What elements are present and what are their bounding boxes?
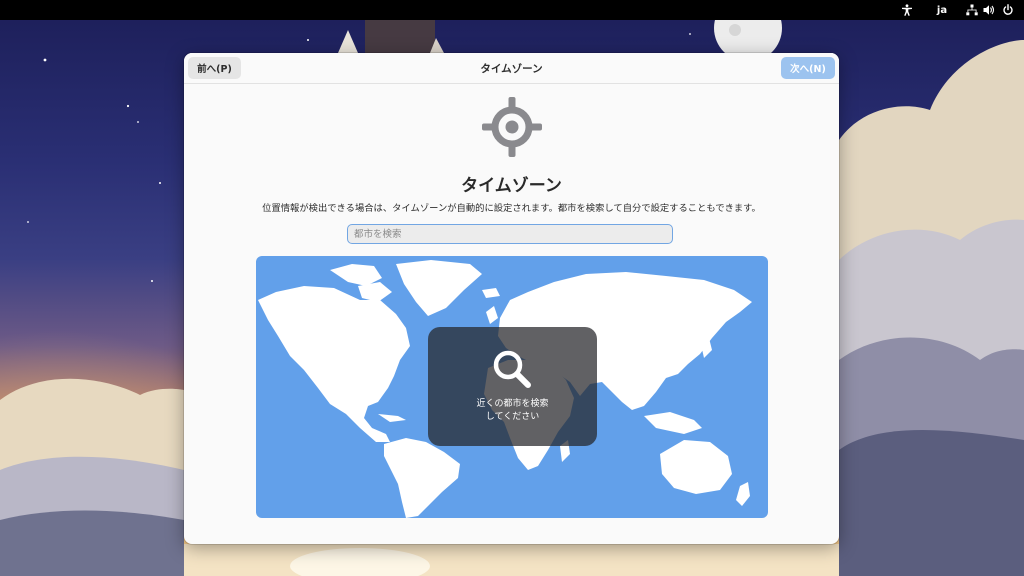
network-icon[interactable] — [964, 0, 980, 20]
volume-icon[interactable] — [981, 0, 997, 20]
overlay-line-2: してください — [485, 412, 540, 422]
keyboard-language-indicator[interactable]: ja — [934, 0, 950, 20]
header-bar: 前へ(P) タイムゾーン 次へ(N) — [184, 53, 839, 84]
overlay-line-1: 近くの都市を検索 — [476, 399, 549, 409]
page-title: タイムゾーン — [461, 176, 562, 196]
overlay-message: 近くの都市を検索 してください — [428, 398, 597, 424]
timezone-dialog: 前へ(P) タイムゾーン 次へ(N) タイムゾーン 位置情報が検出できる場合は、… — [184, 53, 839, 544]
city-search-input[interactable] — [347, 224, 673, 244]
location-crosshair-icon — [480, 95, 544, 159]
window-title: タイムゾーン — [480, 62, 543, 75]
accessibility-icon[interactable] — [899, 0, 915, 20]
next-button[interactable]: 次へ(N) — [781, 57, 835, 79]
power-icon[interactable] — [1000, 0, 1016, 20]
screen: ja 前へ(P) タイムゾーン 次へ(N) タイムゾーン 位置情報が検出できる場… — [0, 0, 1024, 576]
page-description: 位置情報が検出できる場合は、タイムゾーンが自動的に設定されます。都市を検索して自… — [262, 203, 761, 214]
search-icon — [490, 347, 534, 391]
top-bar: ja — [0, 0, 1024, 20]
search-nearby-overlay: 近くの都市を検索 してください — [428, 327, 597, 446]
previous-button[interactable]: 前へ(P) — [188, 57, 241, 79]
